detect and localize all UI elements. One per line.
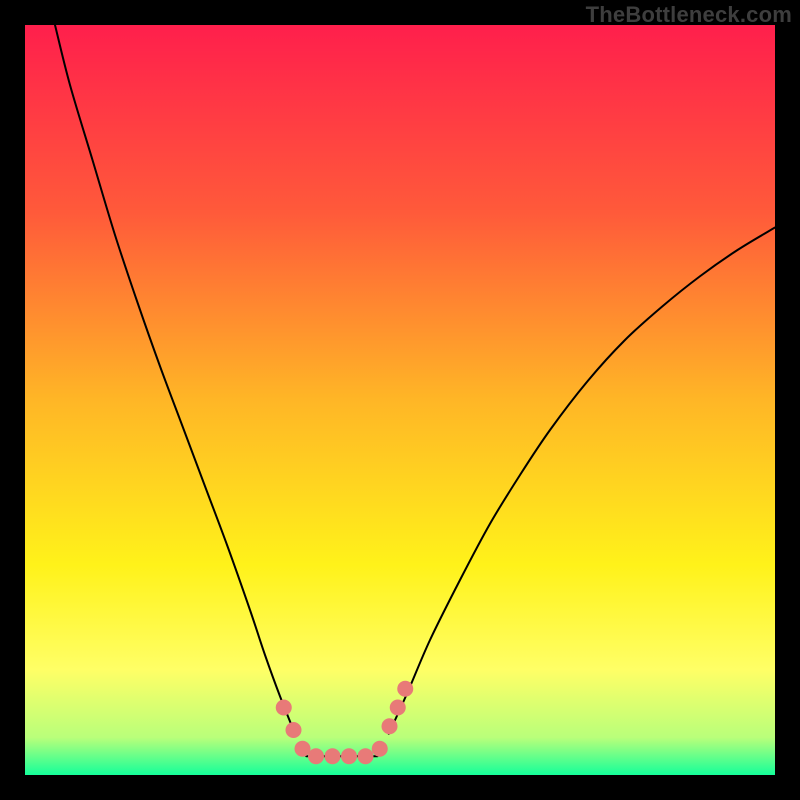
marker-fit-points xyxy=(372,741,388,757)
marker-fit-points xyxy=(325,748,341,764)
marker-fit-points xyxy=(341,748,357,764)
marker-fit-points xyxy=(397,681,413,697)
plot-background xyxy=(25,25,775,775)
marker-fit-points xyxy=(295,741,311,757)
marker-fit-points xyxy=(286,722,302,738)
chart-frame: TheBottleneck.com xyxy=(0,0,800,800)
chart-plot xyxy=(25,25,775,775)
marker-fit-points xyxy=(276,700,292,716)
marker-fit-points xyxy=(390,700,406,716)
marker-fit-points xyxy=(308,748,324,764)
marker-fit-points xyxy=(358,748,374,764)
marker-fit-points xyxy=(382,718,398,734)
